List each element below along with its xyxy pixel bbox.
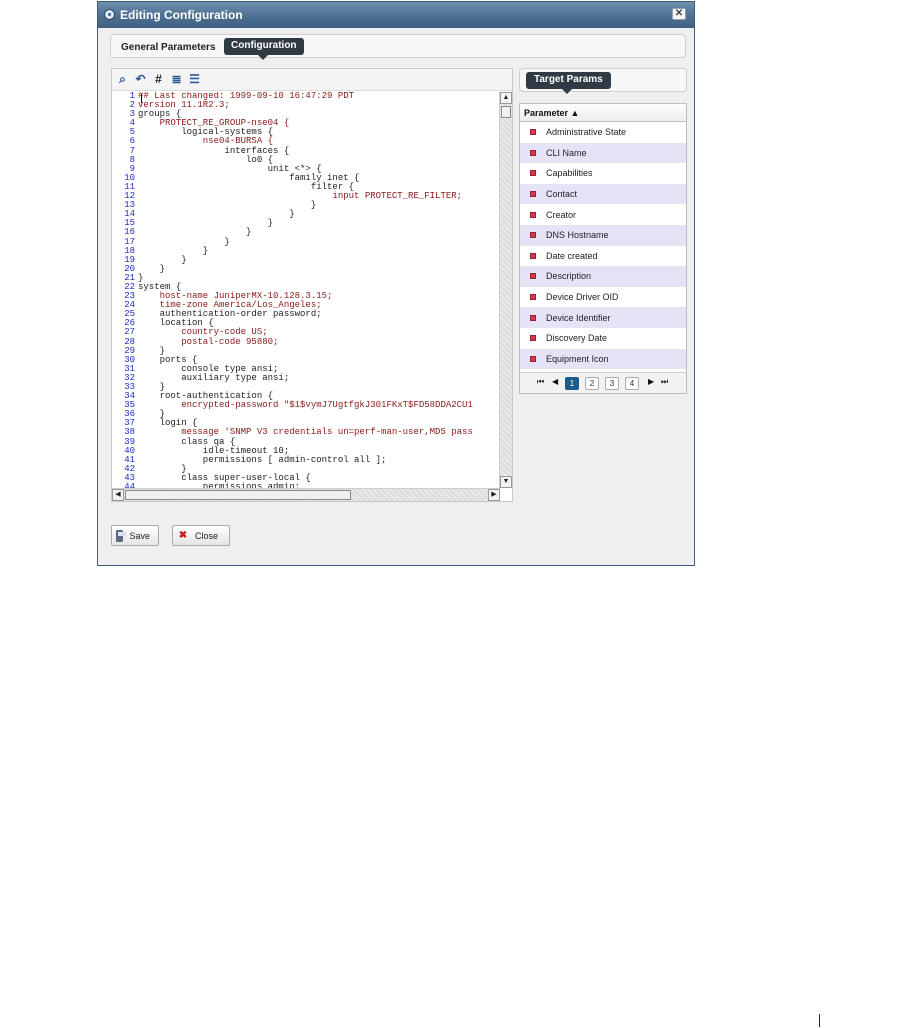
target-params-title: Target Params (526, 72, 611, 94)
scroll-left-icon[interactable]: ◀ (112, 489, 124, 501)
undo-icon[interactable]: ↶ (133, 72, 148, 87)
parameter-label: Capabilities (546, 168, 593, 179)
code-line: 20 } (112, 264, 500, 274)
tab-configuration[interactable]: Configuration (224, 38, 304, 60)
vertical-scrollbar[interactable]: ▲ ▼ (499, 92, 512, 488)
app-icon (104, 9, 115, 20)
parameter-row[interactable]: Description (520, 266, 686, 287)
parameter-marker-icon (530, 149, 536, 156)
line-text: encrypted-password "$1$vymJ7UgtfgkJ301FK… (138, 400, 473, 411)
parameter-row[interactable]: Date created (520, 246, 686, 267)
page-2-button[interactable]: 2 (585, 377, 599, 390)
parameter-label: CLI Name (546, 147, 587, 158)
first-page-icon[interactable]: ⏮ (537, 377, 544, 387)
last-page-icon[interactable]: ⏭ (661, 377, 668, 387)
parameter-label: Equipment Icon (546, 353, 609, 364)
dialog-title: Editing Configuration (120, 8, 243, 22)
parameter-label: Creator (546, 209, 577, 220)
close-icon[interactable]: ✕ (672, 8, 686, 20)
parameter-row[interactable]: Creator (520, 204, 686, 225)
pager: ⏮ ◀ 1 2 3 4 ▶ ⏭ (520, 372, 686, 393)
parameter-marker-icon (530, 191, 536, 198)
parameter-label: Administrative State (546, 127, 627, 138)
parameter-row[interactable]: Equipment Icon (520, 348, 686, 370)
parameter-marker-icon (530, 355, 536, 362)
parameter-marker-icon (530, 211, 536, 218)
configuration-editor[interactable]: ⌕ ↶ # ≣ ☰ 1 ## Last changed: 1999-09-10 1… (111, 68, 513, 502)
page-3-button[interactable]: 3 (605, 377, 619, 390)
target-params-header: Target Params (519, 68, 687, 94)
parameter-marker-icon (530, 170, 536, 177)
close-x-icon: ✖ (178, 529, 188, 541)
parameter-label: Device Driver OID (546, 292, 619, 303)
parameter-row[interactable]: Contact (520, 183, 686, 205)
parameter-row[interactable]: Administrative State (520, 122, 686, 143)
scroll-down-icon[interactable]: ▼ (500, 476, 512, 488)
parameter-label: Contact (546, 189, 578, 200)
parameter-label: Description (546, 271, 592, 282)
parameter-marker-icon (530, 314, 536, 321)
code-area[interactable]: 1 ## Last changed: 1999-09-10 16:47:29 PD… (112, 92, 500, 488)
parameter-label: DNS Hostname (546, 230, 609, 241)
parameter-list: Administrative State CLI Name Capabilities… (520, 122, 686, 370)
editor-toolbar: ⌕ ↶ # ≣ ☰ (112, 69, 512, 91)
close-button[interactable]: ✖ Close (172, 525, 230, 546)
parameter-label: Date created (546, 250, 598, 261)
line-numbers-icon[interactable]: # (151, 72, 166, 87)
parameter-row[interactable]: Device Identifier (520, 307, 686, 328)
tab-bar: General Parameters Configuration (110, 34, 686, 60)
dialog-title-bar[interactable]: Editing Configuration ✕ (98, 2, 694, 28)
horizontal-scroll-thumb[interactable] (125, 490, 351, 500)
target-params-grid: Parameter ▲ Administrative State CLI Name… (519, 103, 687, 394)
search-icon[interactable]: ⌕ (115, 72, 130, 87)
next-page-icon[interactable]: ▶ (648, 377, 654, 386)
close-label: Close (195, 530, 219, 541)
tab-general-parameters[interactable]: General Parameters (121, 42, 216, 53)
page-divider (819, 1014, 820, 1027)
code-line: 19 } (112, 255, 500, 265)
code-line: 28 postal-code 95880; (112, 337, 500, 347)
parameter-column-header[interactable]: Parameter ▲ (520, 104, 686, 122)
text-cursor (141, 94, 142, 103)
parameter-row[interactable]: Capabilities (520, 163, 686, 184)
prev-page-icon[interactable]: ◀ (552, 377, 558, 386)
code-line: 35 encrypted-password "$1$vymJ7UgtfgkJ30… (112, 401, 500, 410)
format-icon[interactable]: ☰ (187, 72, 202, 87)
parameter-row[interactable]: CLI Name (520, 142, 686, 164)
parameter-marker-icon (530, 335, 536, 342)
save-icon (116, 529, 127, 542)
horizontal-scrollbar[interactable]: ◀ ▶ (112, 488, 500, 501)
scroll-up-icon[interactable]: ▲ (500, 92, 512, 104)
parameter-row[interactable]: Device Driver OID (520, 287, 686, 308)
page-4-button[interactable]: 4 (625, 377, 639, 390)
parameter-marker-icon (530, 129, 536, 136)
parameter-row[interactable]: DNS Hostname (520, 224, 686, 246)
save-button[interactable]: Save (111, 525, 159, 546)
parameter-row[interactable]: Discovery Date (520, 328, 686, 349)
align-icon[interactable]: ≣ (169, 72, 184, 87)
parameter-marker-icon (530, 232, 536, 239)
parameter-label: Device Identifier (546, 312, 611, 323)
code-line: 32 auxiliary type ansi; (112, 373, 500, 383)
vertical-scroll-thumb[interactable] (501, 106, 511, 118)
page-1-button[interactable]: 1 (565, 377, 579, 390)
scroll-right-icon[interactable]: ▶ (488, 489, 500, 501)
save-label: Save (129, 530, 150, 541)
parameter-marker-icon (530, 294, 536, 301)
editing-configuration-dialog: Editing Configuration ✕ General Paramete… (97, 1, 695, 566)
parameter-label: Discovery Date (546, 333, 608, 344)
parameter-marker-icon (530, 273, 536, 280)
parameter-marker-icon (530, 252, 536, 259)
